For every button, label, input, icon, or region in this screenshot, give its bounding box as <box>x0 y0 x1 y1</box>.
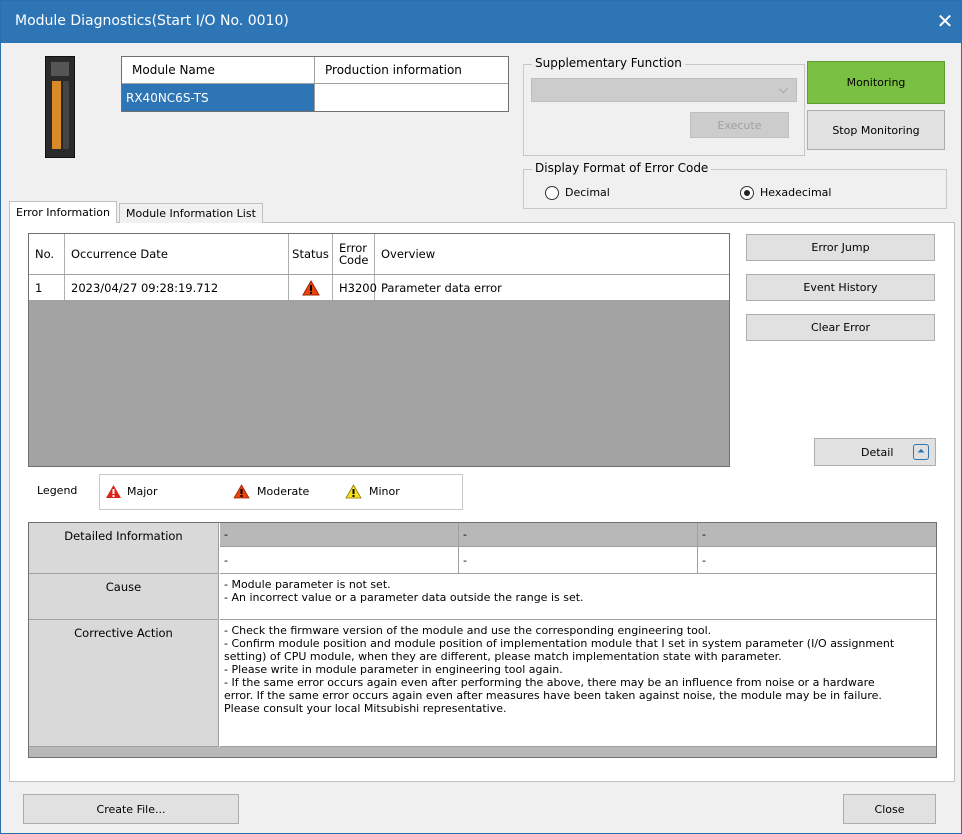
header-occurrence-date: Occurrence Date <box>65 234 289 274</box>
module-image <box>45 56 75 158</box>
error-code-format-label: Display Format of Error Code <box>532 161 712 175</box>
decimal-label: Decimal <box>565 186 610 199</box>
legend-moderate: Moderate <box>257 485 310 498</box>
legend-label: Legend <box>37 484 78 497</box>
create-file-button[interactable]: Create File... <box>23 794 239 824</box>
minor-icon <box>345 484 362 499</box>
production-info-header: Production information <box>315 57 508 84</box>
supplementary-function-select[interactable]: ⌵ <box>531 78 797 102</box>
detailed-info-cell: - <box>220 547 459 574</box>
detail-table: Detailed Information - - - - - - Cause -… <box>28 522 937 758</box>
execute-button[interactable]: Execute <box>690 112 789 138</box>
detail-table-footer <box>29 747 936 757</box>
header-overview: Overview <box>381 247 436 261</box>
error-jump-button[interactable]: Error Jump <box>746 234 935 261</box>
row-status <box>289 275 333 300</box>
hexadecimal-radio[interactable] <box>740 186 754 200</box>
table-row[interactable]: 1 2023/04/27 09:28:19.712 H3200 Paramete… <box>29 275 729 301</box>
corrective-action-label: Corrective Action <box>29 620 219 747</box>
module-name-cell[interactable]: RX40NC6S-TS <box>122 84 315 111</box>
moderate-icon <box>233 484 250 499</box>
row-overview: Parameter data error <box>381 280 502 295</box>
window-title: Module Diagnostics(Start I/O No. 0010) <box>15 13 289 29</box>
error-list-header: No. Occurrence Date Status Error Code Ov… <box>29 234 729 275</box>
tab-error-information[interactable]: Error Information <box>9 201 117 223</box>
module-table: Module Name Production information RX40N… <box>121 56 509 112</box>
row-error-code: H3200 <box>333 275 377 300</box>
stop-monitoring-button[interactable]: Stop Monitoring <box>807 110 945 150</box>
legend-major: Major <box>127 485 158 498</box>
legend-minor: Minor <box>369 485 400 498</box>
event-history-button[interactable]: Event History <box>746 274 935 301</box>
header-error-code: Error Code <box>333 234 375 274</box>
chevron-down-icon: ⌵ <box>778 82 788 96</box>
detailed-information-label: Detailed Information <box>29 523 219 574</box>
detail-button[interactable]: Detail ⏶ <box>814 438 936 466</box>
cause-text: - Module parameter is not set. - An inco… <box>220 574 936 620</box>
corrective-action-text: - Check the firmware version of the modu… <box>220 620 936 747</box>
tab-module-information-list[interactable]: Module Information List <box>119 203 263 223</box>
detailed-info-cell: - <box>698 523 936 547</box>
module-diagnostics-window: Module Diagnostics(Start I/O No. 0010) ✕… <box>0 0 962 834</box>
close-icon[interactable]: ✕ <box>933 9 957 33</box>
row-occurrence-date: 2023/04/27 09:28:19.712 <box>65 275 289 300</box>
header-no: No. <box>29 234 65 274</box>
detailed-info-cell: - <box>459 523 698 547</box>
header-status: Status <box>289 234 333 274</box>
clear-error-button[interactable]: Clear Error <box>746 314 935 341</box>
monitoring-button[interactable]: Monitoring <box>807 61 945 104</box>
detailed-info-cell: - <box>459 547 698 574</box>
hexadecimal-label: Hexadecimal <box>760 186 832 199</box>
major-error-icon <box>301 279 320 295</box>
module-name-header: Module Name <box>122 57 315 84</box>
cause-label: Cause <box>29 574 219 620</box>
supplementary-function-label: Supplementary Function <box>532 56 685 70</box>
detailed-info-cell: - <box>698 547 936 574</box>
production-info-cell[interactable] <box>315 84 508 111</box>
error-list-table: No. Occurrence Date Status Error Code Ov… <box>28 233 730 467</box>
detailed-info-cell: - <box>220 523 459 547</box>
close-button[interactable]: Close <box>843 794 936 824</box>
title-bar: Module Diagnostics(Start I/O No. 0010) ✕ <box>1 1 961 43</box>
row-no: 1 <box>29 275 65 300</box>
detail-label: Detail <box>861 445 894 459</box>
major-icon <box>106 485 121 498</box>
decimal-radio[interactable] <box>545 186 559 200</box>
legend-box: Major Moderate Minor <box>99 474 463 510</box>
chevron-up-icon: ⏶ <box>913 444 929 460</box>
